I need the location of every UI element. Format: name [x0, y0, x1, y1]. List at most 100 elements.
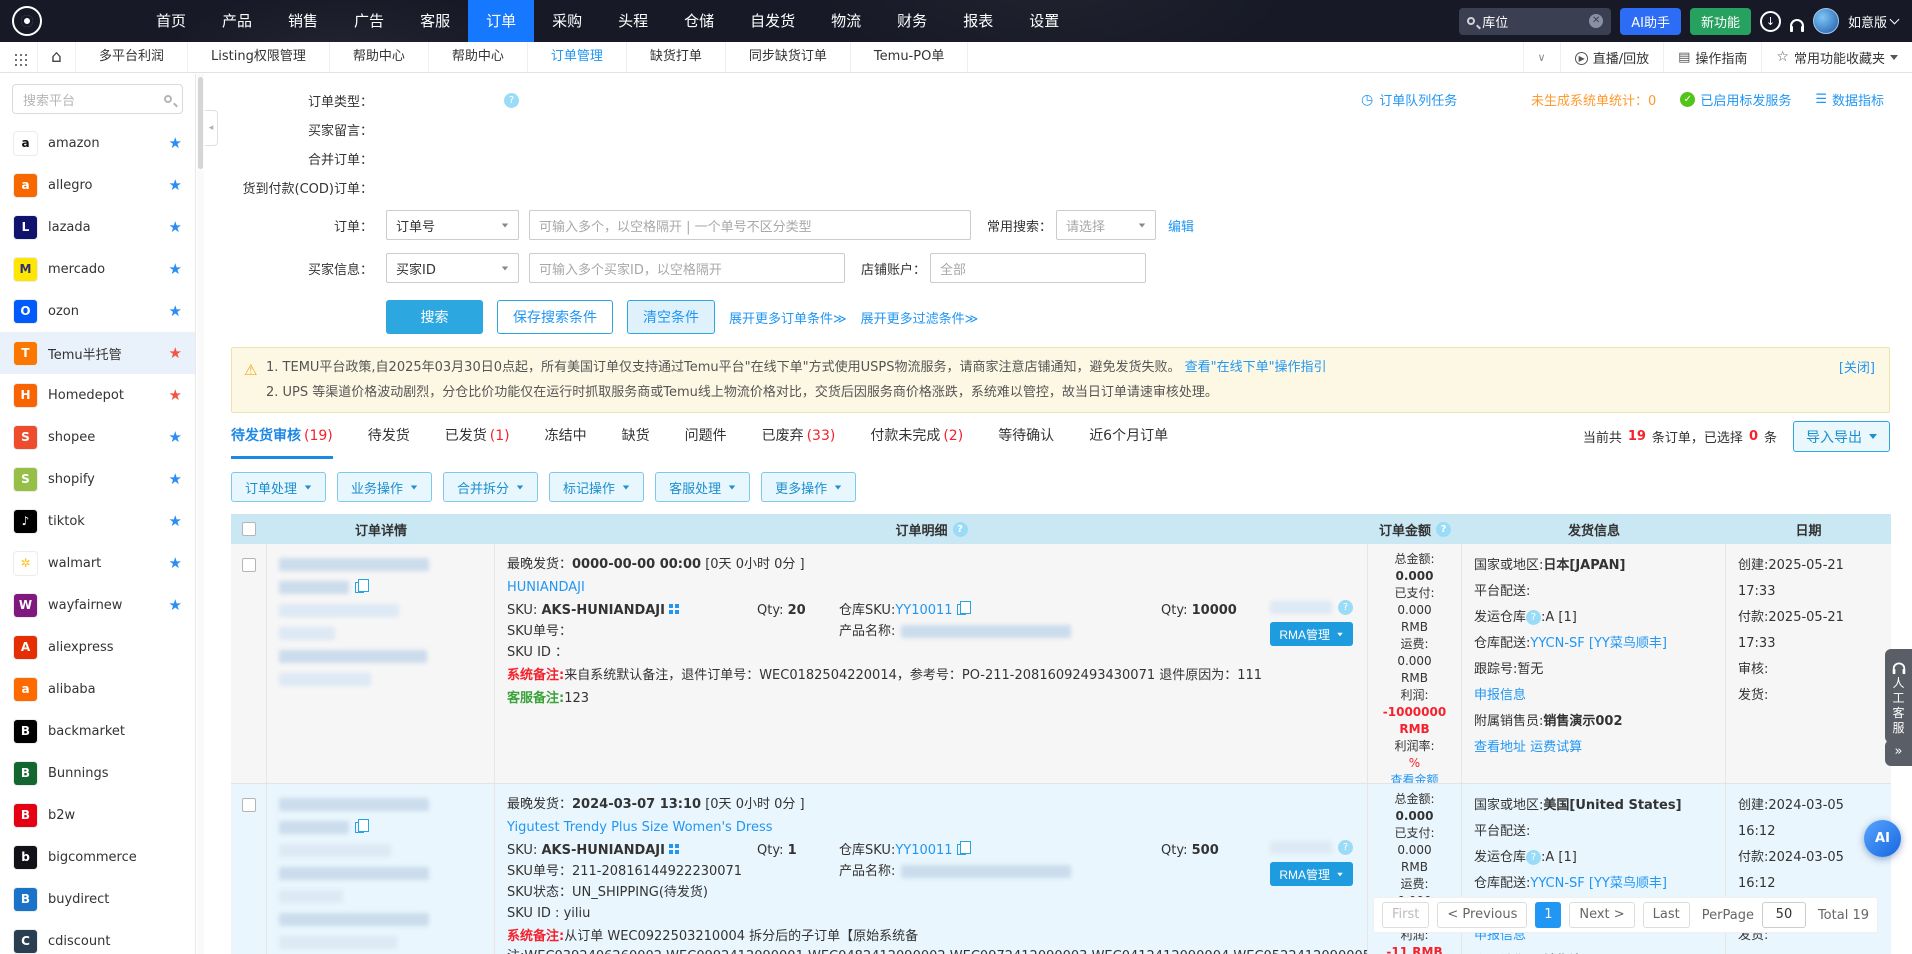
collapse-filter-handle[interactable]: ◂	[205, 110, 218, 146]
freight-estimate-link[interactable]: 运费试算	[1530, 740, 1582, 755]
expand-widget-button[interactable]: »	[1885, 740, 1912, 766]
order-number-type-select[interactable]: 订单号	[386, 210, 519, 240]
platform-item-6[interactable]: H Homedepot	[0, 374, 195, 416]
copy-icon[interactable]	[355, 822, 364, 833]
copy-icon[interactable]	[355, 582, 364, 593]
home-button[interactable]	[38, 42, 76, 72]
action-button-3[interactable]: 标记操作	[549, 472, 644, 502]
status-tab-0[interactable]: 待发货审核(19)	[231, 425, 333, 459]
menu-item[interactable]: 首页	[138, 0, 204, 42]
menu-item[interactable]: 财务	[879, 0, 945, 42]
workspace-tab[interactable]: 多平台利润	[76, 42, 188, 72]
more-order-conditions-link[interactable]: 展开更多订单条件≫	[729, 308, 847, 327]
status-tab-9[interactable]: 近6个月订单	[1089, 425, 1168, 459]
favorite-star-icon[interactable]	[169, 218, 182, 236]
live-replay-link[interactable]: 直播/回放	[1560, 42, 1664, 72]
ai-assistant-button[interactable]: AI助手	[1620, 8, 1681, 35]
workspace-tab[interactable]: 帮助中心	[330, 42, 429, 72]
favorite-star-icon[interactable]	[169, 512, 182, 530]
help-icon[interactable]	[1436, 522, 1451, 537]
common-search-select[interactable]: 请选择	[1056, 210, 1156, 240]
platform-search-input[interactable]: 搜索平台	[12, 84, 183, 114]
menu-item[interactable]: 仓储	[666, 0, 732, 42]
workspace-tab[interactable]: 订单管理	[528, 42, 627, 72]
sidebar-scrollbar[interactable]	[197, 74, 204, 954]
favorite-star-icon[interactable]	[169, 134, 182, 152]
view-amount-link[interactable]: 查看金额	[1390, 773, 1438, 783]
favorites-link[interactable]: 常用功能收藏夹	[1761, 42, 1912, 72]
favorite-star-icon[interactable]	[169, 344, 182, 362]
delivery-channel-link[interactable]: YYCN-SF [YY菜鸟顺丰]	[1530, 876, 1667, 891]
new-features-button[interactable]: 新功能	[1690, 8, 1751, 35]
status-tab-8[interactable]: 等待确认	[998, 425, 1054, 459]
menu-item[interactable]: 产品	[204, 0, 270, 42]
menu-item[interactable]: 客服	[402, 0, 468, 42]
human-support-widget[interactable]: 人工客服	[1885, 649, 1912, 743]
action-button-1[interactable]: 业务操作	[337, 472, 432, 502]
warehouse-sku-link[interactable]: YY10011	[895, 603, 952, 618]
platform-item-9[interactable]: ♪ tiktok	[0, 500, 195, 542]
action-button-4[interactable]: 客服处理	[655, 472, 750, 502]
import-export-button[interactable]: 导入导出	[1793, 421, 1890, 452]
platform-item-11[interactable]: W wayfairnew	[0, 584, 195, 626]
grid4-icon[interactable]	[669, 604, 673, 608]
workspace-tab[interactable]: 同步缺货订单	[726, 42, 851, 72]
data-metrics-link[interactable]: 数据指标	[1815, 90, 1884, 109]
row-checkbox[interactable]	[242, 558, 256, 572]
close-notice-link[interactable]: [关闭]	[1839, 356, 1875, 381]
operation-guide-link[interactable]: 操作指南	[1663, 42, 1761, 72]
online-order-guide-link[interactable]: 查看"在线下单"操作指引	[1185, 360, 1327, 375]
order-queue-link[interactable]: 订单队列任务	[1361, 90, 1457, 109]
status-tab-7[interactable]: 付款未完成(2)	[870, 425, 963, 459]
edit-common-search-link[interactable]: 编辑	[1168, 216, 1194, 235]
order-number-input[interactable]: 可输入多个，以空格隔开 | 一个单号不区分类型	[529, 210, 971, 240]
version-switcher[interactable]: 如意版	[1848, 12, 1898, 31]
help-icon[interactable]	[1526, 850, 1541, 865]
clear-search-icon[interactable]: ✕	[1589, 14, 1603, 28]
platform-item-0[interactable]: a amazon	[0, 122, 195, 164]
action-button-0[interactable]: 订单处理	[231, 472, 326, 502]
buyer-id-input[interactable]: 可输入多个买家ID，以空格隔开	[529, 253, 845, 283]
help-icon[interactable]	[1526, 610, 1541, 625]
status-tab-2[interactable]: 已发货(1)	[445, 425, 510, 459]
platform-item-2[interactable]: L lazada	[0, 206, 195, 248]
previous-page-button[interactable]: < Previous	[1437, 902, 1527, 928]
ai-floating-button[interactable]: AI	[1864, 820, 1901, 857]
platform-item-17[interactable]: b bigcommerce	[0, 836, 195, 878]
workspace-tab[interactable]: Listing权限管理	[188, 42, 330, 72]
menu-item[interactable]: 设置	[1011, 0, 1077, 42]
save-search-button[interactable]: 保存搜索条件	[497, 300, 613, 334]
first-page-button[interactable]: First	[1382, 902, 1429, 928]
workspace-tab[interactable]: 帮助中心	[429, 42, 528, 72]
avatar[interactable]	[1813, 8, 1839, 34]
store-account-input[interactable]: 全部	[930, 253, 1146, 283]
product-title-link[interactable]: HUNIANDAJI	[507, 580, 585, 595]
clear-conditions-button[interactable]: 清空条件	[627, 300, 715, 334]
menu-item[interactable]: 头程	[600, 0, 666, 42]
help-icon[interactable]	[1338, 600, 1353, 615]
menu-item[interactable]: 报表	[945, 0, 1011, 42]
select-all-checkbox[interactable]	[242, 522, 256, 536]
status-tab-3[interactable]: 冻结中	[545, 425, 587, 459]
global-search-input[interactable]: 库位 ✕	[1459, 8, 1611, 35]
favorite-star-icon[interactable]	[169, 176, 182, 194]
tabs-overflow-chevron[interactable]	[1523, 42, 1560, 72]
favorite-star-icon[interactable]	[169, 596, 182, 614]
platform-item-12[interactable]: A aliexpress	[0, 626, 195, 668]
grid4-icon[interactable]	[669, 844, 673, 848]
view-address-link[interactable]: 查看地址	[1474, 740, 1526, 755]
favorite-star-icon[interactable]	[169, 386, 182, 404]
status-tab-4[interactable]: 缺货	[622, 425, 650, 459]
next-page-button[interactable]: Next >	[1569, 902, 1634, 928]
favorite-star-icon[interactable]	[169, 428, 182, 446]
search-button[interactable]: 搜索	[386, 300, 483, 334]
favorite-star-icon[interactable]	[169, 470, 182, 488]
row-checkbox[interactable]	[242, 798, 256, 812]
favorite-star-icon[interactable]	[169, 302, 182, 320]
platform-item-3[interactable]: M mercado	[0, 248, 195, 290]
delivery-channel-link[interactable]: YYCN-SF [YY菜鸟顺丰]	[1530, 636, 1667, 651]
declaration-link[interactable]: 申报信息	[1474, 688, 1526, 703]
platform-item-8[interactable]: S shopify	[0, 458, 195, 500]
product-title-link[interactable]: Yigutest Trendy Plus Size Women's Dress	[507, 820, 773, 835]
status-tab-6[interactable]: 已废弃(33)	[762, 425, 836, 459]
